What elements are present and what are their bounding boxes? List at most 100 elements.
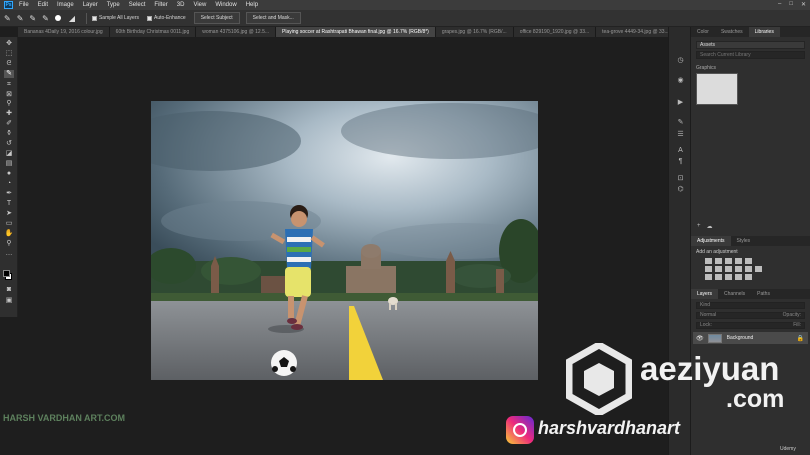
history-icon[interactable]: ◷	[676, 57, 685, 65]
close-icon[interactable]: ✕	[801, 1, 806, 8]
quick-selection-tool-icon[interactable]: ✎	[4, 70, 14, 78]
color-icon[interactable]: ◉	[676, 77, 685, 85]
color-balance-icon[interactable]	[715, 266, 722, 272]
eraser-tool-icon[interactable]: ◪	[4, 150, 14, 158]
menu-edit[interactable]: Edit	[38, 2, 48, 8]
posterize-icon[interactable]	[715, 274, 722, 280]
library-dropdown[interactable]: Assets	[696, 41, 805, 49]
gradient-map-icon[interactable]	[735, 274, 742, 280]
photo-filter-icon[interactable]	[735, 266, 742, 272]
cloud-icon[interactable]: ☁	[707, 223, 713, 230]
levels-icon[interactable]	[715, 258, 722, 264]
tab-channels[interactable]: Channels	[718, 291, 751, 297]
menu-window[interactable]: Window	[215, 2, 236, 8]
brush-settings-icon[interactable]: ✎	[676, 119, 685, 127]
clone-source-icon[interactable]: ⊡	[676, 175, 685, 183]
brush-tool-icon[interactable]: ✐	[4, 120, 14, 128]
select-and-mask-button[interactable]: Select and Mask...	[245, 12, 301, 24]
paragraph-icon[interactable]: ¶	[676, 158, 685, 166]
crop-tool-icon[interactable]: ⌗	[4, 81, 14, 89]
brush-size-picker[interactable]	[54, 15, 61, 21]
library-graphic-thumbnail[interactable]	[696, 73, 738, 105]
zoom-tool-icon[interactable]: ⚲	[4, 240, 14, 248]
library-search-input[interactable]: Search Current Library	[696, 51, 805, 59]
marquee-tool-icon[interactable]: ⬚	[4, 50, 14, 58]
tab-swatches[interactable]: Swatches	[715, 29, 749, 35]
brush-angle-icon[interactable]: ◢	[69, 14, 75, 23]
tab-styles[interactable]: Styles	[731, 238, 757, 244]
blend-mode-select[interactable]: Normal Opacity:	[696, 312, 805, 319]
channel-mixer-icon[interactable]	[745, 266, 752, 272]
healing-brush-tool-icon[interactable]: ✚	[4, 110, 14, 118]
move-tool-icon[interactable]: ✥	[4, 40, 14, 48]
glyphs-icon[interactable]: ⌬	[676, 186, 685, 194]
selective-color-icon[interactable]	[745, 274, 752, 280]
menu-image[interactable]: Image	[57, 2, 74, 8]
brush-new-selection-icon[interactable]: ✎	[17, 14, 24, 23]
menu-select[interactable]: Select	[129, 2, 146, 8]
tab-document[interactable]: Bananas 4Daily 19, 2016 colour.jpg	[18, 27, 110, 37]
path-selection-tool-icon[interactable]: ➤	[4, 210, 14, 218]
minimize-icon[interactable]: –	[778, 1, 781, 8]
menu-layer[interactable]: Layer	[83, 2, 98, 8]
menu-file[interactable]: File	[19, 2, 29, 8]
menu-view[interactable]: View	[193, 2, 206, 8]
dodge-tool-icon[interactable]: ◔	[4, 180, 14, 188]
sample-all-layers-checkbox[interactable]: Sample All Layers	[91, 15, 139, 21]
auto-enhance-checkbox[interactable]: Auto-Enhance	[147, 15, 186, 21]
tab-adjustments[interactable]: Adjustments	[691, 236, 731, 246]
menu-3d[interactable]: 3D	[177, 2, 185, 8]
maximize-icon[interactable]: □	[789, 1, 793, 8]
curves-icon[interactable]	[725, 258, 732, 264]
tab-document-active[interactable]: Playing soccer at Rashtrapati Bhawan fin…	[276, 27, 436, 37]
hand-tool-icon[interactable]: ✋	[4, 230, 14, 238]
quick-mask-icon[interactable]: ◙	[4, 286, 14, 294]
select-subject-button[interactable]: Select Subject	[193, 12, 240, 24]
more-tools-icon[interactable]: …	[4, 250, 14, 258]
play-actions-icon[interactable]: ▶	[676, 99, 685, 107]
frame-tool-icon[interactable]: ⊠	[4, 91, 14, 99]
add-asset-icon[interactable]: +	[697, 223, 701, 230]
brush-add-selection-icon[interactable]: ✎	[29, 14, 36, 23]
tab-document[interactable]: woman 4375106.jpg @ 12.5...	[196, 27, 277, 37]
type-tool-icon[interactable]: T	[4, 200, 14, 208]
character-icon[interactable]: A	[676, 147, 685, 155]
lock-icon[interactable]: 🔒	[797, 335, 804, 342]
quick-select-tool-icon[interactable]: ✎	[4, 14, 11, 23]
threshold-icon[interactable]	[725, 274, 732, 280]
tab-document[interactable]: grapes.jpg @ 16.7% (RGB/...	[435, 27, 514, 37]
tab-color[interactable]: Color	[691, 29, 715, 35]
tab-layers[interactable]: Layers	[691, 289, 719, 299]
vibrance-icon[interactable]	[745, 258, 752, 264]
eyedropper-tool-icon[interactable]: ⚲	[4, 100, 14, 108]
screen-mode-icon[interactable]: ▣	[4, 297, 14, 305]
layer-filter-kind[interactable]: Kind	[696, 302, 805, 309]
invert-icon[interactable]	[705, 274, 712, 280]
tab-document[interactable]: office 829190_1920.jpg @ 33...	[513, 27, 597, 37]
eye-visibility-icon[interactable]: 👁	[696, 335, 704, 342]
exposure-icon[interactable]	[735, 258, 742, 264]
brush-subtract-selection-icon[interactable]: ✎	[42, 14, 49, 23]
tab-document[interactable]: 60th Birthday Christmas 0011.jpg	[109, 27, 197, 37]
clone-stamp-tool-icon[interactable]: ⚱	[4, 130, 14, 138]
blur-tool-icon[interactable]: ●	[4, 170, 14, 178]
menu-filter[interactable]: Filter	[154, 2, 167, 8]
hue-saturation-icon[interactable]	[705, 266, 712, 272]
properties-icon[interactable]: ☰	[676, 131, 685, 139]
lasso-tool-icon[interactable]: ᘓ	[4, 60, 14, 68]
tab-document[interactable]: tea-grove 4449-34.jpg @ 33...	[596, 27, 668, 37]
tab-libraries[interactable]: Libraries	[748, 27, 780, 37]
gradient-tool-icon[interactable]: ▤	[4, 160, 14, 168]
document-canvas-photo[interactable]	[151, 101, 538, 380]
color-lookup-icon[interactable]	[755, 266, 762, 272]
pen-tool-icon[interactable]: ✒	[4, 190, 14, 198]
black-white-icon[interactable]	[725, 266, 732, 272]
brightness-icon[interactable]	[705, 258, 712, 264]
tab-paths[interactable]: Paths	[751, 291, 776, 297]
rectangle-tool-icon[interactable]: ▭	[4, 220, 14, 228]
layer-row-background[interactable]: 👁 Background 🔒	[693, 332, 808, 344]
menu-type[interactable]: Type	[107, 2, 120, 8]
history-brush-tool-icon[interactable]: ↺	[4, 140, 14, 148]
foreground-color-swatch[interactable]	[3, 270, 10, 277]
menu-help[interactable]: Help	[246, 2, 258, 8]
